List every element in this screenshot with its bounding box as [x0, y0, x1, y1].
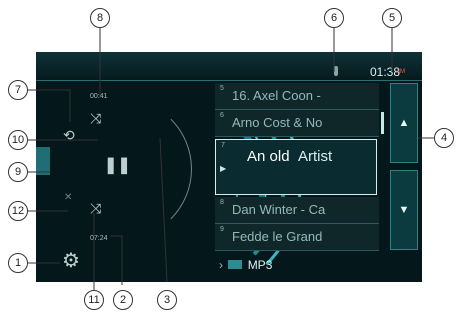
repeat-icon[interactable]: ⟲: [63, 127, 75, 144]
callout-1: 1: [8, 253, 28, 273]
callout-11: 11: [84, 290, 104, 310]
elapsed-time: 00:41: [90, 93, 108, 100]
list-item[interactable]: 8 Dan Winter - Ca: [215, 197, 379, 224]
list-item[interactable]: 6 Arno Cost & No: [215, 110, 379, 137]
callout-10: 10: [8, 130, 28, 150]
folder-icon: [228, 260, 243, 269]
folder-label: MP3: [247, 258, 273, 272]
scroll-up-button[interactable]: ▲: [390, 83, 418, 163]
list-scrollbar[interactable]: [381, 112, 384, 134]
list-item[interactable]: 9 Fedde le Grand: [215, 224, 379, 251]
clock-ampm: AM: [396, 69, 405, 75]
callout-3: 3: [157, 290, 177, 310]
scan-icon[interactable]: ✕: [64, 192, 72, 203]
shuffle-icon[interactable]: ⤨: [90, 110, 101, 127]
chevron-right-icon: ›: [219, 258, 223, 272]
callout-8: 8: [90, 8, 110, 28]
player-screen: 01:38 AM 00:41 07:24 ⤨ ⟲ ❚❚ ✕ ⤨ ⚙ 5 16. …: [36, 52, 422, 282]
shuffle-track-icon[interactable]: ⤨: [90, 200, 101, 217]
callout-5: 5: [382, 8, 402, 28]
breadcrumb[interactable]: › MP3: [219, 258, 272, 272]
callout-9: 9: [8, 162, 28, 182]
scroll-down-button[interactable]: ▼: [390, 170, 418, 250]
bluetooth-icon: [334, 66, 338, 76]
callout-12: 12: [8, 201, 28, 221]
side-menu-button[interactable]: [36, 147, 50, 175]
selected-track-title: An old: [247, 148, 290, 165]
selected-track-artist: Artist: [298, 148, 333, 165]
callout-2: 2: [113, 290, 133, 310]
settings-icon[interactable]: ⚙: [62, 248, 80, 273]
list-item-selected[interactable]: 7 An old Artist ▶: [215, 139, 377, 195]
list-item[interactable]: 5 16. Axel Coon -: [215, 83, 379, 110]
callout-7: 7: [8, 80, 28, 100]
callout-6: 6: [324, 8, 344, 28]
total-time: 07:24: [90, 235, 108, 242]
pause-button[interactable]: ❚❚: [104, 155, 131, 175]
playing-icon: ▶: [220, 164, 227, 173]
callout-4: 4: [434, 128, 454, 148]
